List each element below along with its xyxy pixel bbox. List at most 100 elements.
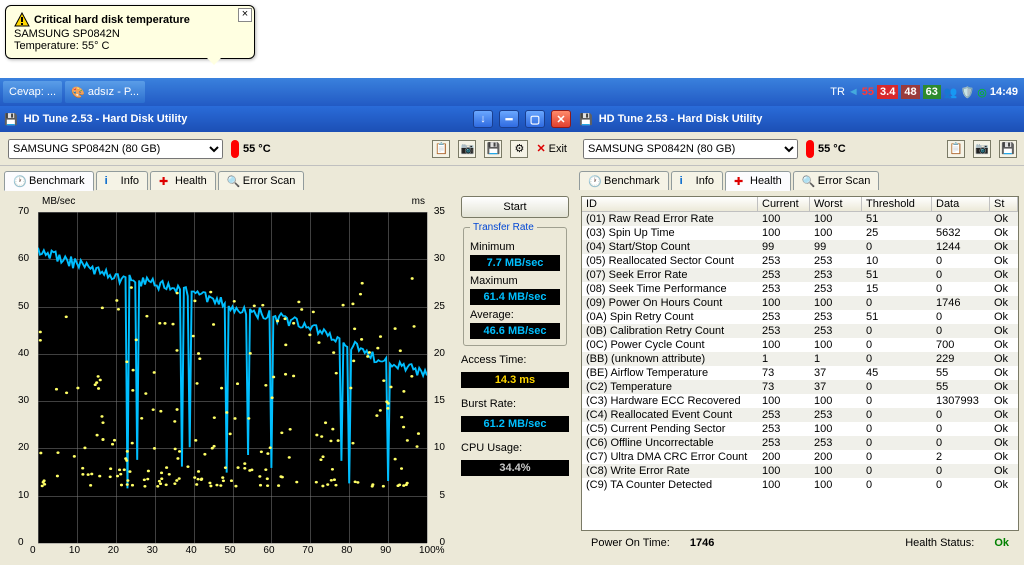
access-time-value: 14.3 ms [461,372,569,388]
hd-tune-health-window: 💾 HD Tune 2.53 - Hard Disk Utility SAMSU… [575,106,1024,565]
hd-tune-benchmark-window: 💾 HD Tune 2.53 - Hard Disk Utility ↓ ━ ▢… [0,106,575,565]
exit-button[interactable]: ✕ Exit [536,142,567,155]
table-row[interactable]: (05) Reallocated Sector Count253253100Ok [582,254,1018,268]
save-icon[interactable]: 💾 [484,140,502,158]
table-row[interactable]: (01) Raw Read Error Rate100100510Ok [582,212,1018,226]
col-worst[interactable]: Worst [810,197,862,211]
col-current[interactable]: Current [758,197,810,211]
exit-icon: ✕ [536,142,545,155]
power-on-time-value: 1746 [690,537,714,549]
table-row[interactable]: (07) Seek Error Rate253253510Ok [582,268,1018,282]
table-row[interactable]: (C4) Reallocated Event Count25325300Ok [582,408,1018,422]
table-row[interactable]: (C3) Hardware ECC Recovered1001000130799… [582,394,1018,408]
balloon-close-icon[interactable]: × [238,8,252,22]
transfer-rate-group: Transfer Rate Minimum 7.7 MB/sec Maximum… [463,222,567,346]
health-status-label: Health Status: [905,537,974,549]
options-icon[interactable]: ⚙ [510,140,528,158]
gauge-icon: 🕐 [588,175,600,187]
tray-chip: 63 [923,85,941,99]
col-threshold[interactable]: Threshold [862,197,932,211]
drive-select[interactable]: SAMSUNG SP0842N (80 GB) [8,139,223,159]
table-row[interactable]: (C7) Ultra DMA CRC Error Count20020002Ok [582,450,1018,464]
tray-icon: 🛡️ [961,86,975,99]
warning-balloon: × Critical hard disk temperature SAMSUNG… [5,5,255,59]
thermometer-icon [806,140,814,158]
warning-icon [14,12,30,28]
table-row[interactable]: (BE) Airflow Temperature73374555Ok [582,366,1018,380]
col-id[interactable]: ID [582,197,758,211]
tab-error-scan[interactable]: 🔍 Error Scan [218,171,305,190]
health-status-value: Ok [994,537,1009,549]
taskbar-item[interactable]: 🎨 adsız - P... [65,81,145,103]
average-value: 46.6 MB/sec [470,323,560,339]
temp-chip-red: 55 [862,86,874,98]
language-indicator[interactable]: TR [830,86,845,98]
table-row[interactable]: (C9) TA Counter Detected10010000Ok [582,478,1018,492]
magnifier-icon: 🔍 [802,175,814,187]
balloon-temperature: Temperature: 55° C [14,40,246,52]
taskbar: Cevap: ... 🎨 adsız - P... TR ◄ 55 3.4 48… [0,78,1024,106]
temperature-display: 55 °C [806,140,846,158]
tab-health[interactable]: ✚ Health [725,171,791,191]
table-row[interactable]: (C5) Current Pending Sector25310000Ok [582,422,1018,436]
minimum-value: 7.7 MB/sec [470,255,560,271]
health-table: ID Current Worst Threshold Data St (01) … [581,196,1019,531]
magnifier-icon: 🔍 [227,175,239,187]
info-button-icon[interactable]: ↓ [473,110,493,128]
minimize-icon[interactable]: ━ [499,110,519,128]
window-title: HD Tune 2.53 - Hard Disk Utility [599,113,763,125]
copy-icon[interactable]: 📋 [432,140,450,158]
tray-chip: 3.4 [877,85,898,99]
tab-info[interactable]: i Info [96,171,148,190]
start-button[interactable]: Start [461,196,569,218]
thermometer-icon [231,140,239,158]
benchmark-chart: MB/sec ms 010203040506070051015202530350… [6,196,455,559]
tray-icon: ◎ [977,86,987,99]
table-row[interactable]: (0A) Spin Retry Count253253510Ok [582,310,1018,324]
screenshot-icon[interactable]: 📷 [973,140,991,158]
tab-health[interactable]: ✚ Health [150,171,216,190]
screenshot-icon[interactable]: 📷 [458,140,476,158]
balloon-device: SAMSUNG SP0842N [14,28,246,40]
info-icon: i [105,175,117,187]
temperature-display: 55 °C [231,140,271,158]
table-row[interactable]: (C6) Offline Uncorrectable25325300Ok [582,436,1018,450]
copy-icon[interactable]: 📋 [947,140,965,158]
table-row[interactable]: (C8) Write Error Rate10010000Ok [582,464,1018,478]
save-icon[interactable]: 💾 [999,140,1017,158]
burst-rate-value: 61.2 MB/sec [461,416,569,432]
app-icon: 💾 [4,113,18,126]
health-icon: ✚ [734,175,746,187]
health-icon: ✚ [159,175,171,187]
window-title: HD Tune 2.53 - Hard Disk Utility [24,113,188,125]
table-row[interactable]: (0C) Power Cycle Count1001000700Ok [582,338,1018,352]
table-row[interactable]: (C2) Temperature7337055Ok [582,380,1018,394]
tab-benchmark[interactable]: 🕐 Benchmark [579,171,669,190]
tab-error-scan[interactable]: 🔍 Error Scan [793,171,880,190]
tab-info[interactable]: i Info [671,171,723,190]
cpu-usage-label: CPU Usage: [461,442,569,454]
maximum-label: Maximum [470,275,560,287]
table-row[interactable]: (04) Start/Stop Count999901244Ok [582,240,1018,254]
info-icon: i [680,175,692,187]
y-left-axis-title: MB/sec [42,196,75,207]
table-row[interactable]: (08) Seek Time Performance253253150Ok [582,282,1018,296]
balloon-title: Critical hard disk temperature [34,14,190,26]
table-row[interactable]: (03) Spin Up Time100100255632Ok [582,226,1018,240]
app-icon: 💾 [579,113,593,126]
maximize-icon[interactable]: ▢ [525,110,545,128]
col-status[interactable]: St [990,197,1018,211]
maximum-value: 61.4 MB/sec [470,289,560,305]
table-row[interactable]: (BB) (unknown attribute)110229Ok [582,352,1018,366]
cpu-usage-value: 34.4% [461,460,569,476]
close-icon[interactable]: ✕ [551,110,571,128]
drive-select[interactable]: SAMSUNG SP0842N (80 GB) [583,139,798,159]
tab-benchmark[interactable]: 🕐 Benchmark [4,171,94,191]
y-right-axis-title: ms [412,196,425,207]
average-label: Average: [470,309,560,321]
table-row[interactable]: (09) Power On Hours Count10010001746Ok [582,296,1018,310]
col-data[interactable]: Data [932,197,990,211]
table-row[interactable]: (0B) Calibration Retry Count25325300Ok [582,324,1018,338]
taskbar-item[interactable]: Cevap: ... [3,81,62,103]
minimum-label: Minimum [470,241,560,253]
